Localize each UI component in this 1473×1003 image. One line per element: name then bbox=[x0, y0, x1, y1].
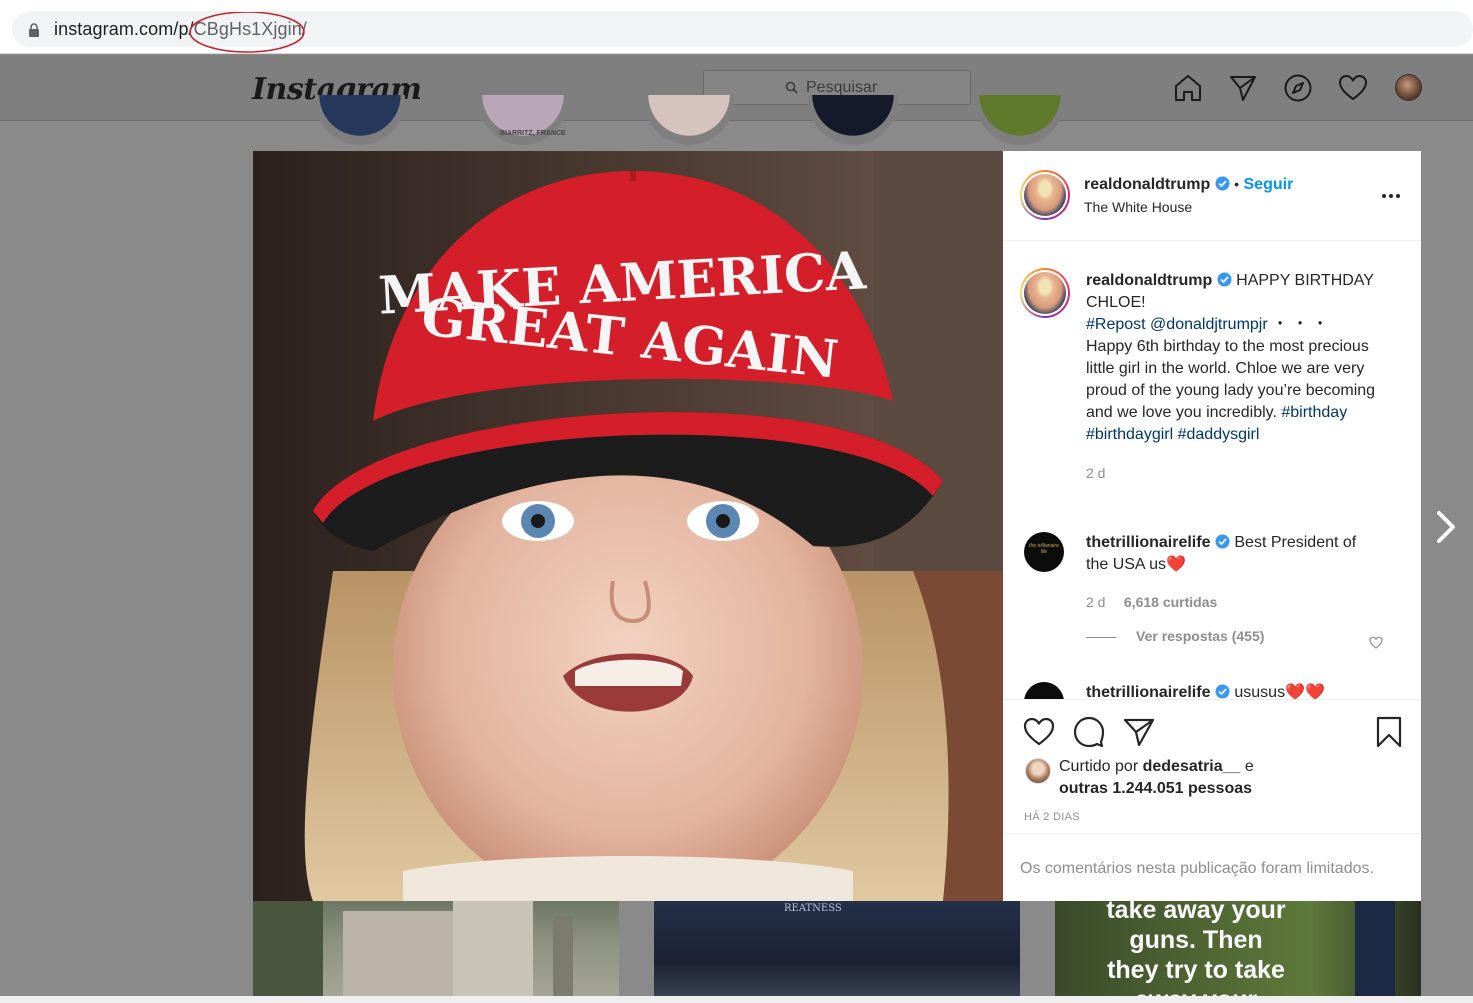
comments-list[interactable]: realdonaldtrump HAPPY BIRTHDAY CHLOE! #R… bbox=[1003, 242, 1421, 699]
home-icon[interactable] bbox=[1173, 73, 1203, 103]
hashtag-birthday[interactable]: #birthday bbox=[1281, 404, 1347, 421]
verified-badge-icon bbox=[1215, 176, 1230, 191]
comments-limited-text: Os comentários nesta publicação foram li… bbox=[1020, 860, 1374, 877]
share-send-icon[interactable] bbox=[1123, 716, 1155, 748]
hashtag-daddysgirl[interactable]: #daddysgirl bbox=[1178, 426, 1260, 443]
post-photo-illustration: MAKE AMERICA GREAT AGAIN bbox=[253, 151, 1003, 901]
comment-username[interactable]: thetrillionairelife bbox=[1086, 534, 1210, 551]
separator-dot: • bbox=[1234, 176, 1240, 192]
liked-by-prefix: Curtido por bbox=[1059, 758, 1139, 775]
verified-badge-icon bbox=[1217, 272, 1232, 287]
lock-icon bbox=[29, 23, 39, 37]
save-bookmark-icon[interactable] bbox=[1373, 716, 1405, 748]
comment-text: thetrillionairelife ususus❤️❤️ bbox=[1086, 682, 1325, 699]
post-details-panel: realdonaldtrump • Seguir The White House… bbox=[1003, 151, 1421, 901]
liked-by-user[interactable]: dedesatria__ bbox=[1143, 758, 1241, 775]
comment-age[interactable]: 2 d bbox=[1086, 594, 1105, 610]
view-replies-button[interactable]: Ver respostas (455) bbox=[1136, 628, 1264, 644]
grid-tile-quote: take away your guns. Then they try to ta… bbox=[1081, 901, 1311, 1003]
post-timestamp[interactable]: HÁ 2 DIAS bbox=[1024, 811, 1080, 823]
browser-address-bar: instagram.com/p/CBgHs1Xjgin/ bbox=[0, 0, 1473, 54]
liked-by-others[interactable]: outras 1.244.051 pessoas bbox=[1059, 780, 1252, 797]
hashtag-birthdaygirl[interactable]: #birthdaygirl bbox=[1086, 426, 1173, 443]
caption-age[interactable]: 2 d bbox=[1086, 462, 1396, 484]
post-location[interactable]: The White House bbox=[1084, 199, 1192, 215]
url-prefix: instagram.com/p/ bbox=[54, 19, 194, 39]
search-icon bbox=[785, 81, 798, 94]
grid-tile-text: REATNESS bbox=[784, 903, 842, 914]
browser-bottom-bar bbox=[0, 996, 1473, 1003]
story-avatar[interactable] bbox=[478, 95, 568, 145]
grid-quote-line: guns. Then bbox=[1129, 926, 1263, 954]
hashtag-repost[interactable]: #Repost bbox=[1086, 316, 1146, 333]
comment-body: ususus bbox=[1234, 684, 1286, 699]
replies-divider bbox=[1086, 637, 1116, 638]
post-header: realdonaldtrump • Seguir The White House bbox=[1003, 151, 1421, 241]
heart-emoji: ❤️❤️ bbox=[1285, 684, 1325, 699]
comment-meta: 2 d 6,618 curtidas bbox=[1086, 594, 1217, 612]
heart-emoji: ❤️ bbox=[1166, 556, 1186, 573]
author-line: realdonaldtrump • Seguir bbox=[1084, 176, 1293, 194]
follow-button[interactable]: Seguir bbox=[1244, 176, 1294, 193]
explore-compass-icon[interactable] bbox=[1283, 73, 1313, 103]
profile-avatar[interactable] bbox=[1395, 74, 1422, 101]
verified-badge-icon bbox=[1215, 684, 1230, 699]
commenter-avatar-logo-text: the trillionaire life bbox=[1029, 543, 1059, 555]
liked-by-text: Curtido por dedesatria__ e outras 1.244.… bbox=[1059, 756, 1254, 800]
caption-dots: ・・・ bbox=[1272, 316, 1333, 333]
direct-send-icon[interactable] bbox=[1228, 73, 1258, 103]
liker-avatar[interactable] bbox=[1025, 758, 1051, 784]
grid-post-tile[interactable]: REATNESS bbox=[654, 901, 1020, 1003]
grid-tile-building bbox=[253, 901, 573, 1003]
next-post-chevron-icon[interactable] bbox=[1432, 510, 1460, 544]
story-avatar[interactable] bbox=[315, 95, 405, 145]
like-heart-icon[interactable] bbox=[1023, 716, 1055, 748]
comment-bubble-icon[interactable] bbox=[1073, 716, 1105, 748]
author-username[interactable]: realdonaldtrump bbox=[1084, 176, 1210, 193]
caption-author-avatar[interactable] bbox=[1020, 268, 1070, 318]
author-avatar[interactable] bbox=[1020, 170, 1070, 220]
story-avatar[interactable] bbox=[808, 95, 898, 145]
story-avatar[interactable] bbox=[975, 95, 1065, 145]
mention-link[interactable]: @donaldjtrumpjr bbox=[1150, 316, 1268, 333]
red-annotation-circle bbox=[189, 12, 305, 53]
story-caption: BIARRITZ, FRANCE bbox=[500, 130, 566, 137]
commenter-avatar[interactable]: the trillionaire life bbox=[1024, 532, 1064, 572]
commenter-avatar[interactable] bbox=[1024, 682, 1064, 699]
verified-badge-icon bbox=[1215, 534, 1230, 549]
liked-by-and: e bbox=[1244, 758, 1254, 775]
comment-text: thetrillionairelife Best President of th… bbox=[1086, 532, 1361, 576]
comment-like-heart-icon[interactable] bbox=[1369, 636, 1383, 649]
post-caption: realdonaldtrump HAPPY BIRTHDAY CHLOE! #R… bbox=[1086, 270, 1396, 484]
grid-tile-figure bbox=[1355, 901, 1395, 1003]
comment-username[interactable]: thetrillionairelife bbox=[1086, 684, 1210, 699]
comments-limited-notice: Os comentários nesta publicação foram li… bbox=[1003, 833, 1421, 902]
grid-post-tile[interactable] bbox=[253, 901, 619, 1003]
grid-quote-line: they try to take bbox=[1107, 956, 1285, 984]
post-photo[interactable]: MAKE AMERICA GREAT AGAIN bbox=[253, 151, 1003, 901]
story-avatar[interactable] bbox=[644, 95, 734, 145]
activity-heart-icon[interactable] bbox=[1338, 73, 1368, 103]
post-actions: Curtido por dedesatria__ e outras 1.244.… bbox=[1003, 699, 1421, 901]
comment-likes-count[interactable]: 6,618 curtidas bbox=[1124, 594, 1217, 610]
caption-username[interactable]: realdonaldtrump bbox=[1086, 272, 1212, 289]
grid-post-tile[interactable]: take away your guns. Then they try to ta… bbox=[1055, 901, 1421, 1003]
more-options-icon[interactable] bbox=[1381, 193, 1401, 199]
grid-quote-line: take away your bbox=[1106, 901, 1286, 924]
